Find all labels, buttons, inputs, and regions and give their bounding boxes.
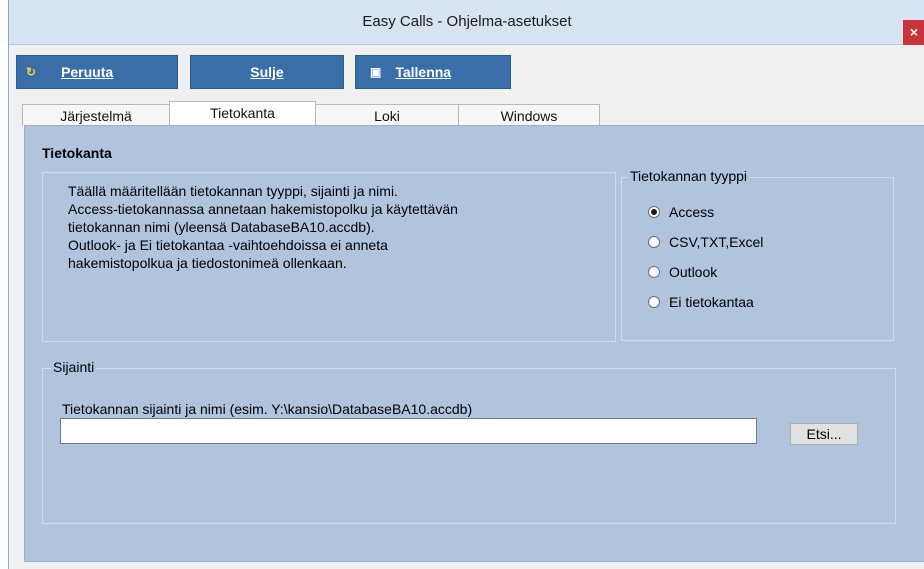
description-line: Outlook- ja Ei tietokantaa -vaihtoehdois… — [68, 237, 388, 253]
tab-panel-tietokanta: Tietokanta Täällä määritellään tietokann… — [24, 125, 924, 562]
tab-tietokanta[interactable]: Tietokanta — [169, 101, 316, 126]
section-title: Tietokanta — [42, 145, 112, 161]
radio-label: CSV,TXT,Excel — [669, 234, 764, 250]
location-legend: Sijainti — [51, 359, 97, 375]
floppy-disk-icon: ▣ — [370, 65, 382, 79]
radio-ei-tietokantaa[interactable]: Ei tietokantaa — [648, 294, 754, 310]
location-group: Sijainti — [42, 359, 896, 524]
toolbar: ↻ Peruuta Sulje ▣ Tallenna — [9, 45, 924, 92]
title-bar: Easy Calls - Ohjelma-asetukset × — [9, 0, 924, 46]
radio-circle — [648, 296, 660, 308]
description-text: Täällä määritellään tietokannan tyyppi, … — [68, 182, 608, 272]
radio-label: Outlook — [669, 264, 718, 280]
radio-access[interactable]: Access — [648, 204, 714, 220]
db-type-legend: Tietokannan tyyppi — [628, 168, 749, 184]
radio-circle-selected — [648, 206, 660, 218]
radio-label: Ei tietokantaa — [669, 294, 754, 310]
cancel-button[interactable]: ↻ Peruuta — [16, 55, 178, 89]
radio-csv-txt-excel[interactable]: CSV,TXT,Excel — [648, 234, 763, 250]
db-type-group: Tietokannan tyyppi Access CSV,TXT,Excel … — [621, 168, 894, 341]
close-button[interactable]: Sulje — [190, 55, 344, 89]
radio-outlook[interactable]: Outlook — [648, 264, 717, 280]
radio-circle — [648, 236, 660, 248]
save-button-label: Tallenna — [395, 64, 452, 80]
save-button[interactable]: ▣ Tallenna — [355, 55, 511, 89]
description-box: Täällä määritellään tietokannan tyyppi, … — [42, 172, 616, 342]
tab-loki[interactable]: Loki — [315, 104, 459, 126]
database-path-input[interactable] — [60, 418, 757, 444]
tab-jarjestelma[interactable]: Järjestelmä — [22, 104, 170, 126]
location-field-label: Tietokannan sijainti ja nimi (esim. Y:\k… — [62, 401, 473, 417]
description-line: Access-tietokannassa annetaan hakemistop… — [68, 201, 458, 217]
window-title: Easy Calls - Ohjelma-asetukset — [362, 13, 572, 30]
description-line: tietokannan nimi (yleensä DatabaseBA10.a… — [68, 219, 375, 235]
radio-label: Access — [669, 204, 715, 220]
settings-window: Easy Calls - Ohjelma-asetukset × ↻ Peruu… — [8, 0, 924, 569]
close-button-label: Sulje — [250, 64, 284, 80]
description-line: Täällä määritellään tietokannan tyyppi, … — [68, 183, 398, 199]
cancel-button-label: Peruuta — [61, 64, 114, 80]
browse-button[interactable]: Etsi... — [790, 423, 858, 445]
tab-windows[interactable]: Windows — [458, 104, 600, 126]
close-window-button[interactable]: × — [903, 20, 924, 46]
description-line: hakemistopolkua ja tiedostonimeä ollenka… — [68, 255, 347, 271]
refresh-icon: ↻ — [26, 65, 37, 79]
radio-circle — [648, 266, 660, 278]
tab-strip: Järjestelmä Tietokanta Loki Windows — [9, 101, 924, 126]
